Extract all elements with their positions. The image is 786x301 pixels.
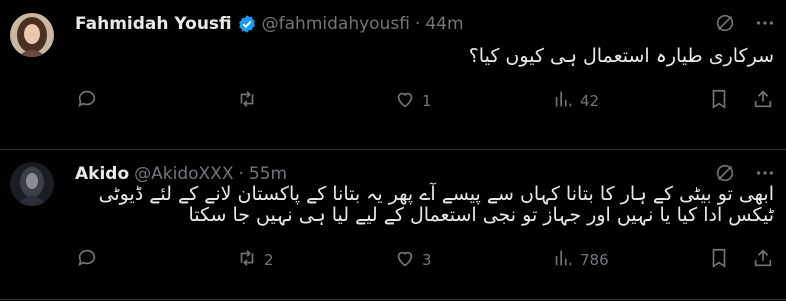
reply-button[interactable] [76,88,236,114]
tweet-right-actions [708,88,774,114]
grok-icon[interactable] [714,12,736,38]
retweet-count: 2 [264,251,274,269]
views-count: 42 [580,92,600,110]
share-icon[interactable] [752,88,774,114]
avatar[interactable] [10,13,54,57]
author-name[interactable]: Akido [75,164,129,184]
tweet-text: سرکاری طیارہ استعمال ہی کیوں کیا؟ [75,46,774,67]
views-button[interactable]: 786 [552,247,609,273]
tweet-text-line: ابھی تو بیٹی کے ہار کا بتانا کہاں سے پیس… [98,183,774,205]
timestamp[interactable]: 55m [249,164,287,184]
reply-icon [76,88,98,114]
retweet-icon [236,247,258,273]
tweet-text: ابھی تو بیٹی کے ہار کا بتانا کہاں سے پیس… [75,184,774,226]
views-count: 786 [580,251,609,269]
tweet-1[interactable]: Fahmidah Yousfi @fahmidahyousfi · 44m سر… [0,0,786,150]
more-icon[interactable] [754,12,776,38]
share-icon[interactable] [752,247,774,273]
like-count: 3 [422,251,432,269]
timestamp[interactable]: 44m [425,14,463,34]
author-handle[interactable]: @AkidoXXX [134,164,233,184]
views-button[interactable]: 42 [552,88,599,114]
separator: · [238,164,244,184]
tweet-actions: 1 42 [76,89,774,113]
tweet-right-actions [708,247,774,273]
tweet-text-line: سرکاری طیارہ استعمال ہی کیوں کیا؟ [468,45,774,67]
tweet-actions: 2 3 786 [76,248,774,272]
retweet-icon [236,88,258,114]
author-handle[interactable]: @fahmidahyousfi [262,14,410,34]
retweet-button[interactable]: 2 [236,247,394,273]
reply-icon [76,247,98,273]
like-count: 1 [422,92,432,110]
like-button[interactable]: 1 [394,88,552,114]
verified-badge-icon [237,14,257,34]
reply-button[interactable] [76,247,236,273]
views-icon [552,88,574,114]
retweet-button[interactable] [236,88,394,114]
tweet-top-icons [714,12,776,38]
like-icon [394,247,416,273]
tweet-2[interactable]: Akido @AkidoXXX · 55m ابھی تو بیٹی کے ہا… [0,150,786,300]
separator: · [414,14,421,34]
tweet-header: Fahmidah Yousfi @fahmidahyousfi · 44m [75,12,706,36]
views-icon [552,247,574,273]
tweet-text-line: ٹیکس ادا کیا یا نہیں اور جہاز تو نجی است… [188,204,775,226]
bookmark-icon[interactable] [708,247,730,273]
bookmark-icon[interactable] [708,88,730,114]
like-icon [394,88,416,114]
author-name[interactable]: Fahmidah Yousfi [75,14,232,34]
like-button[interactable]: 3 [394,247,552,273]
avatar[interactable] [10,162,54,206]
